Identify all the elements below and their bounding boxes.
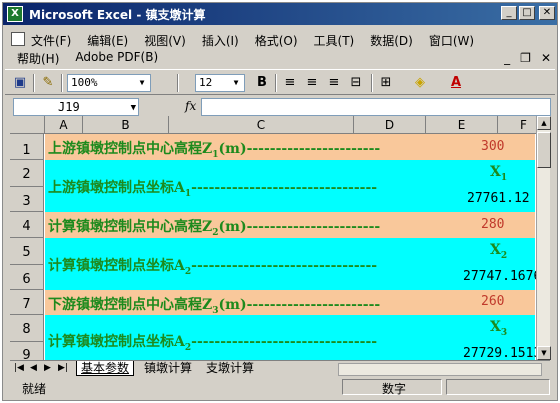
close-button[interactable]: ✕ (539, 6, 555, 20)
minimize-button[interactable]: _ (501, 6, 517, 20)
cell-value: 27761.12 (467, 191, 530, 206)
formatting-toolbar: ▣ ✎ 100% ▼ 12 ▼ B ≡ ≡ ≡ ⊟ ⊞ ◈ A (5, 69, 555, 95)
scroll-thumb[interactable] (537, 132, 551, 168)
tab-support-calc[interactable]: 支墩计算 (202, 361, 258, 376)
scroll-down-icon[interactable]: ▼ (537, 346, 551, 360)
cell-value: 27747.1676 (463, 269, 542, 284)
row-header-2[interactable]: 2 (10, 160, 44, 187)
spreadsheet-grid[interactable]: A B C D E F 1 2 3 4 5 6 7 8 9 上游镇墩控制点中心高… (10, 116, 550, 360)
cell-label: 下游镇墩控制点中心高程Z3(m)----------------------- (48, 297, 381, 316)
column-header-c[interactable]: C (169, 116, 354, 134)
fx-icon[interactable]: fx (185, 99, 196, 113)
borders-icon[interactable]: ⊞ (377, 74, 395, 92)
window-title: Microsoft Excel - 镇支墩计算 (29, 8, 206, 22)
cell-symbol: X1 (490, 164, 508, 183)
horizontal-scrollbar[interactable] (338, 363, 542, 376)
doc-close-icon[interactable]: ✕ (541, 51, 551, 65)
row-header-3[interactable]: 3 (10, 187, 44, 212)
sheet-tab-bar: |◀ ◀ ▶ ▶| 基本参数 镇墩计算 支墩计算 (10, 360, 550, 376)
align-center-icon[interactable]: ≡ (303, 74, 321, 92)
cell-symbol: X3 (490, 319, 508, 338)
status-num: 数字 (382, 382, 407, 396)
formula-input[interactable] (201, 98, 551, 116)
menu-edit[interactable]: 编辑(E) (79, 31, 136, 49)
doc-minimize-icon[interactable]: _ (504, 51, 510, 65)
cell-label: 计算镇墩控制点坐标A2-----------------------------… (48, 258, 378, 277)
chevron-down-icon: ▼ (139, 78, 145, 87)
menu-bar: 文件(F) 编辑(E) 视图(V) 插入(I) 格式(O) 工具(T) 数据(D… (3, 27, 557, 67)
row-header-1[interactable]: 1 (10, 134, 44, 160)
cell-row-8-9[interactable]: 计算镇墩控制点坐标A2-----------------------------… (45, 315, 541, 360)
row-header-4[interactable]: 4 (10, 212, 44, 238)
title-bar: X Microsoft Excel - 镇支墩计算 _ □ ✕ (3, 3, 557, 25)
column-header-d[interactable]: D (354, 116, 426, 134)
scroll-up-icon[interactable]: ▲ (537, 116, 551, 130)
chevron-down-icon: ▼ (233, 78, 239, 87)
menu-tools[interactable]: 工具(T) (306, 31, 363, 49)
select-all-corner[interactable] (10, 116, 45, 134)
tab-basic-params[interactable]: 基本参数 (76, 361, 135, 376)
menu-file[interactable]: 文件(F) (9, 31, 79, 49)
save-icon[interactable]: ▣ (11, 74, 29, 92)
zoom-select[interactable]: 100% ▼ (67, 74, 151, 92)
menu-insert[interactable]: 插入(I) (194, 31, 247, 49)
cell-symbol: X2 (490, 242, 508, 261)
cell-value: 260 (481, 294, 505, 309)
formula-bar: J19 ▼ fx (5, 97, 555, 117)
column-header-e[interactable]: E (426, 116, 498, 134)
column-header-b[interactable]: B (83, 116, 169, 134)
font-size-select[interactable]: 12 ▼ (195, 74, 245, 92)
align-left-icon[interactable]: ≡ (281, 74, 299, 92)
cell-label: 计算镇墩控制点中心高程Z2(m)----------------------- (48, 219, 381, 238)
first-sheet-icon[interactable]: |◀ (14, 363, 24, 373)
last-sheet-icon[interactable]: ▶| (58, 363, 68, 373)
tab-anchor-calc[interactable]: 镇墩计算 (140, 361, 196, 376)
cell-label: 计算镇墩控制点坐标A2-----------------------------… (48, 334, 378, 353)
vertical-scrollbar[interactable]: ▲ ▼ (536, 116, 551, 360)
row-header-7[interactable]: 7 (10, 290, 44, 315)
prev-sheet-icon[interactable]: ◀ (30, 363, 37, 373)
cell-row-1[interactable]: 上游镇墩控制点中心高程Z1(m)----------------------- … (45, 134, 535, 160)
menu-window[interactable]: 窗口(W) (421, 31, 482, 49)
chevron-down-icon: ▼ (130, 103, 136, 113)
status-ready: 就绪 (22, 382, 47, 396)
cell-row-4[interactable]: 计算镇墩控制点中心高程Z2(m)----------------------- … (45, 212, 535, 238)
cell-label: 上游镇墩控制点坐标A1-----------------------------… (48, 180, 378, 199)
column-header-a[interactable]: A (45, 116, 83, 134)
align-right-icon[interactable]: ≡ (325, 74, 343, 92)
cell-row-2-3[interactable]: 上游镇墩控制点坐标A1-----------------------------… (45, 160, 535, 212)
menu-help[interactable]: 帮助(H) (9, 49, 67, 67)
row-header-6[interactable]: 6 (10, 265, 44, 290)
maximize-button[interactable]: □ (519, 6, 535, 20)
name-box[interactable]: J19 ▼ (13, 98, 139, 116)
fill-color-icon[interactable]: ◈ (411, 74, 429, 92)
status-panel (446, 379, 550, 395)
cell-value: 27729.1513 (463, 346, 542, 360)
merge-center-icon[interactable]: ⊟ (347, 74, 365, 92)
excel-icon[interactable]: X (7, 6, 23, 22)
menu-format[interactable]: 格式(O) (247, 31, 306, 49)
menu-adobe-pdf[interactable]: Adobe PDF(B) (67, 49, 166, 67)
cell-value: 280 (481, 217, 505, 232)
menu-view[interactable]: 视图(V) (136, 31, 194, 49)
status-bar: 就绪 数字 (2, 378, 552, 396)
menu-data[interactable]: 数据(D) (362, 31, 421, 49)
next-sheet-icon[interactable]: ▶ (44, 363, 51, 373)
row-header-8[interactable]: 8 (10, 315, 44, 342)
row-header-5[interactable]: 5 (10, 238, 44, 265)
font-color-icon[interactable]: A (447, 74, 465, 92)
cell-label: 上游镇墩控制点中心高程Z1(m)----------------------- (48, 141, 381, 160)
cell-row-7[interactable]: 下游镇墩控制点中心高程Z3(m)----------------------- … (45, 290, 535, 316)
cell-value: 300 (481, 139, 505, 154)
format-painter-icon[interactable]: ✎ (39, 74, 57, 92)
bold-button[interactable]: B (253, 74, 271, 92)
doc-restore-icon[interactable]: ❐ (520, 51, 531, 65)
row-header-9[interactable]: 9 (10, 342, 44, 360)
cell-row-5-6[interactable]: 计算镇墩控制点坐标A2-----------------------------… (45, 238, 541, 290)
